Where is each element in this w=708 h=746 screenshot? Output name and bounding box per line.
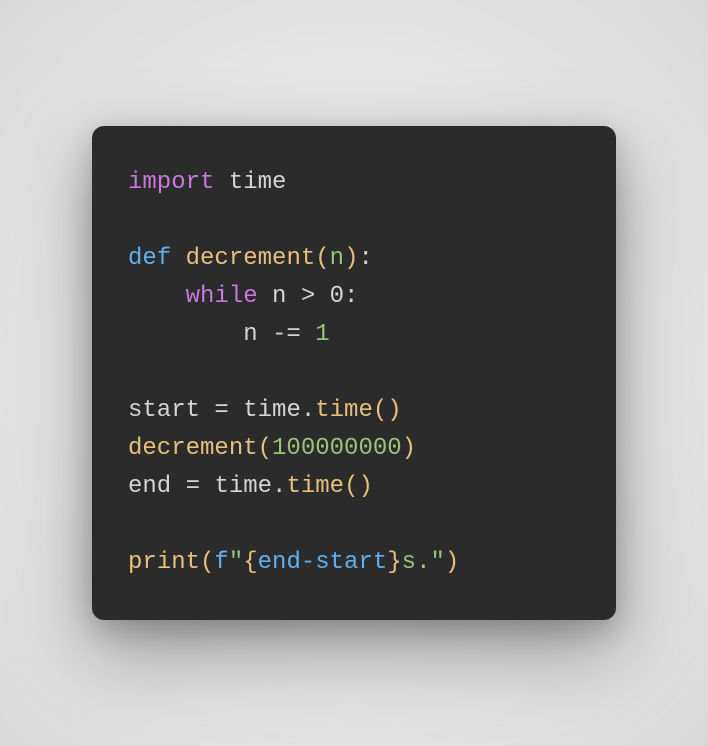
statement: n -= bbox=[243, 321, 315, 348]
keyword-def: def bbox=[128, 245, 171, 272]
condition: n > 0 bbox=[258, 283, 344, 310]
fstring-expression: end-start bbox=[258, 549, 388, 576]
fstring-text: s. bbox=[402, 549, 431, 576]
assign-op: = bbox=[200, 397, 243, 424]
indent bbox=[128, 283, 186, 310]
code-line-1: import time bbox=[128, 164, 580, 202]
lparen: ( bbox=[258, 435, 272, 462]
code-line-11: print(f"{end-start}s.") bbox=[128, 544, 580, 582]
code-line-7: start = time.time() bbox=[128, 392, 580, 430]
code-line-4: while n > 0: bbox=[128, 278, 580, 316]
fstring-prefix: f bbox=[214, 549, 228, 576]
fstring-rbrace: } bbox=[387, 549, 401, 576]
module-ref: time bbox=[243, 397, 301, 424]
code-line-2 bbox=[128, 202, 580, 240]
variable: end bbox=[128, 473, 171, 500]
string-quote: " bbox=[229, 549, 243, 576]
indent bbox=[128, 321, 243, 348]
method-call: time bbox=[286, 473, 344, 500]
variable: start bbox=[128, 397, 200, 424]
code-line-10 bbox=[128, 506, 580, 544]
param: n bbox=[330, 245, 344, 272]
rparen: ) bbox=[344, 245, 358, 272]
assign-op: = bbox=[171, 473, 214, 500]
code-line-6 bbox=[128, 354, 580, 392]
module-name: time bbox=[214, 169, 286, 196]
lparen: ( bbox=[200, 549, 214, 576]
code-line-5: n -= 1 bbox=[128, 316, 580, 354]
function-call: decrement bbox=[128, 435, 258, 462]
lparen: ( bbox=[315, 245, 329, 272]
colon: : bbox=[358, 245, 372, 272]
code-line-9: end = time.time() bbox=[128, 468, 580, 506]
function-name: decrement bbox=[186, 245, 316, 272]
code-block: import time def decrement(n): while n > … bbox=[92, 126, 616, 620]
fstring-lbrace: { bbox=[243, 549, 257, 576]
rparen: ) bbox=[402, 435, 416, 462]
parens: () bbox=[344, 473, 373, 500]
parens: () bbox=[373, 397, 402, 424]
keyword-import: import bbox=[128, 169, 214, 196]
rparen: ) bbox=[445, 549, 459, 576]
code-line-8: decrement(100000000) bbox=[128, 430, 580, 468]
number-literal: 100000000 bbox=[272, 435, 402, 462]
dot: . bbox=[301, 397, 315, 424]
string-quote: " bbox=[430, 549, 444, 576]
keyword-while: while bbox=[186, 283, 258, 310]
module-ref: time bbox=[214, 473, 272, 500]
space bbox=[171, 245, 185, 272]
dot: . bbox=[272, 473, 286, 500]
number-literal: 1 bbox=[315, 321, 329, 348]
function-call: print bbox=[128, 549, 200, 576]
method-call: time bbox=[315, 397, 373, 424]
colon: : bbox=[344, 283, 358, 310]
code-line-3: def decrement(n): bbox=[128, 240, 580, 278]
